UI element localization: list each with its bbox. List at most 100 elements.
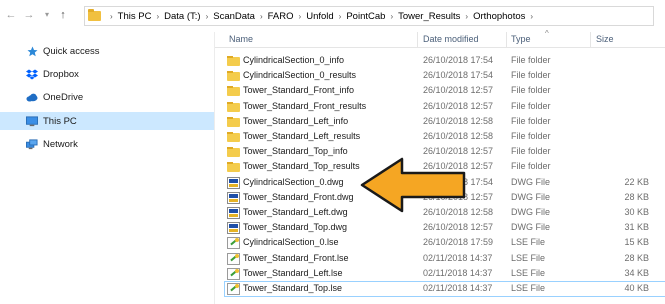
file-size: 30 KB bbox=[624, 207, 649, 217]
orange-arrow-icon bbox=[360, 157, 466, 213]
column-header-date[interactable]: Date modified bbox=[423, 34, 479, 44]
file-name: Tower_Standard_Front_info bbox=[243, 85, 355, 96]
back-button[interactable]: ← bbox=[4, 8, 18, 22]
breadcrumb-item[interactable]: PointCab bbox=[346, 11, 385, 22]
file-type: File folder bbox=[511, 55, 551, 65]
file-name: Tower_Standard_Front.dwg bbox=[243, 191, 354, 202]
recent-locations-button[interactable]: ▾ bbox=[40, 8, 54, 22]
sidebar-item-network[interactable]: Network bbox=[0, 135, 215, 153]
file-row[interactable]: Tower_Standard_Top.lse 02/11/2018 14:37 LS… bbox=[224, 281, 665, 297]
address-bar[interactable]: › This PC › Data (T:) › ScanData › FARO › Unfold ›… bbox=[84, 6, 654, 26]
breadcrumb-item[interactable]: Data (T:) bbox=[164, 11, 200, 22]
breadcrumb-item[interactable]: This PC bbox=[118, 11, 152, 22]
file-name: Tower_Standard_Top.lse bbox=[243, 283, 343, 293]
file-size: 28 KB bbox=[624, 191, 649, 202]
file-name: Tower_Standard_Left_results bbox=[243, 131, 361, 141]
column-header-size[interactable]: Size bbox=[596, 34, 614, 44]
sidebar-item-label: Quick access bbox=[43, 45, 100, 57]
column-divider[interactable] bbox=[506, 32, 507, 48]
dwg-file-icon bbox=[227, 191, 240, 204]
folder-icon bbox=[227, 86, 240, 97]
breadcrumb-item[interactable]: Unfold bbox=[306, 11, 333, 22]
file-name: Tower_Standard_Left.dwg bbox=[243, 207, 348, 217]
file-name: CylindricalSection_0.dwg bbox=[243, 176, 344, 187]
file-row[interactable]: Tower_Standard_Left_info 26/10/2018 12:58… bbox=[225, 115, 665, 129]
breadcrumb-item[interactable]: Tower_Results bbox=[398, 11, 460, 22]
lse-file-icon bbox=[227, 267, 240, 280]
network-icon bbox=[26, 138, 38, 150]
file-type: File folder bbox=[511, 100, 551, 111]
file-type: DWG File bbox=[511, 222, 550, 233]
breadcrumb-item[interactable]: FARO bbox=[268, 11, 294, 22]
breadcrumb-separator[interactable]: › bbox=[339, 12, 342, 21]
file-type: DWG File bbox=[511, 207, 550, 217]
computer-icon bbox=[26, 115, 38, 127]
file-row[interactable]: CylindricalSection_0_results 26/10/2018 1… bbox=[225, 69, 665, 83]
file-row[interactable]: Tower_Standard_Front.lse 02/11/2018 14:37… bbox=[225, 252, 665, 266]
file-row[interactable]: Tower_Standard_Front_results 26/10/2018 1… bbox=[225, 100, 665, 114]
sidebar-item-dropbox[interactable]: Dropbox bbox=[0, 65, 215, 83]
breadcrumb-separator[interactable]: › bbox=[260, 12, 263, 21]
breadcrumb-item[interactable]: ScanData bbox=[213, 11, 255, 22]
file-type: File folder bbox=[511, 131, 551, 141]
breadcrumb-separator[interactable]: › bbox=[530, 12, 533, 21]
file-date-modified: 26/10/2018 17:59 bbox=[423, 237, 494, 248]
file-date-modified: 26/10/2018 17:54 bbox=[423, 55, 494, 65]
sidebar-item-this-pc[interactable]: This PC bbox=[0, 112, 214, 130]
file-row[interactable]: CylindricalSection_0_info 26/10/2018 17:5… bbox=[225, 54, 665, 68]
file-name: Tower_Standard_Left.lse bbox=[243, 267, 343, 278]
lse-file-icon bbox=[227, 237, 240, 250]
sidebar-item-onedrive[interactable]: OneDrive bbox=[0, 88, 215, 106]
file-size: 28 KB bbox=[624, 252, 649, 263]
file-size: 31 KB bbox=[624, 222, 649, 233]
breadcrumb-separator[interactable]: › bbox=[390, 12, 393, 21]
file-row[interactable]: CylindricalSection_0.lse 26/10/2018 17:59… bbox=[225, 236, 665, 250]
file-date-modified: 26/10/2018 12:57 bbox=[423, 100, 494, 111]
breadcrumb-item[interactable]: Orthophotos bbox=[473, 11, 525, 22]
column-divider[interactable] bbox=[590, 32, 591, 48]
file-name: Tower_Standard_Top_results bbox=[243, 161, 360, 172]
file-row[interactable]: Tower_Standard_Front_info 26/10/2018 12:5… bbox=[225, 84, 665, 98]
file-size: 40 KB bbox=[624, 283, 649, 293]
file-row[interactable]: Tower_Standard_Top.dwg 26/10/2018 12:57 DW… bbox=[225, 221, 665, 235]
folder-icon bbox=[227, 56, 240, 66]
forward-button[interactable]: → bbox=[22, 8, 36, 22]
file-type: LSE File bbox=[511, 283, 546, 293]
breadcrumb-separator[interactable]: › bbox=[299, 12, 302, 21]
file-name: Tower_Standard_Front_results bbox=[243, 100, 367, 111]
file-type: File folder bbox=[511, 115, 551, 126]
file-type: DWG File bbox=[511, 191, 550, 202]
sidebar-item-label: Dropbox bbox=[43, 68, 79, 80]
file-name: Tower_Standard_Top.dwg bbox=[243, 222, 348, 233]
folder-icon bbox=[227, 162, 240, 173]
file-type: File folder bbox=[511, 161, 551, 172]
file-type: DWG File bbox=[511, 176, 550, 187]
file-date-modified: 26/10/2018 12:57 bbox=[423, 146, 494, 157]
file-name: CylindricalSection_0.lse bbox=[243, 237, 339, 248]
sidebar-item-label: This PC bbox=[43, 115, 77, 127]
navigation-pane: Quick access Dropbox OneDrive This PC Ne… bbox=[0, 32, 215, 304]
sort-indicator-icon: ^ bbox=[545, 29, 549, 38]
file-date-modified: 26/10/2018 12:57 bbox=[423, 222, 494, 233]
sidebar-item-label: Network bbox=[43, 138, 78, 150]
file-type: LSE File bbox=[511, 237, 546, 248]
file-row[interactable]: Tower_Standard_Left_results 26/10/2018 12… bbox=[225, 130, 665, 144]
folder-icon bbox=[227, 147, 240, 158]
column-header-type[interactable]: Type bbox=[511, 34, 531, 44]
file-date-modified: 02/11/2018 14:37 bbox=[423, 283, 493, 293]
dwg-file-icon bbox=[227, 176, 240, 189]
up-button[interactable]: ↑ bbox=[56, 8, 70, 22]
column-header-row: Name ^ Date modified Type Size bbox=[215, 29, 665, 48]
breadcrumb-separator[interactable]: › bbox=[206, 12, 209, 21]
file-date-modified: 26/10/2018 17:54 bbox=[423, 70, 494, 81]
column-header-name[interactable]: Name bbox=[229, 34, 253, 44]
file-date-modified: 26/10/2018 12:58 bbox=[423, 115, 494, 126]
breadcrumb-separator[interactable]: › bbox=[156, 12, 159, 21]
breadcrumb-separator[interactable]: › bbox=[465, 12, 468, 21]
file-row[interactable]: Tower_Standard_Left.lse 02/11/2018 14:37 L… bbox=[225, 267, 665, 281]
breadcrumb-separator[interactable]: › bbox=[110, 12, 113, 21]
folder-icon bbox=[88, 9, 101, 21]
column-divider[interactable] bbox=[417, 32, 418, 48]
star-pin-icon bbox=[26, 46, 38, 57]
sidebar-item-quick-access[interactable]: Quick access bbox=[0, 42, 215, 60]
